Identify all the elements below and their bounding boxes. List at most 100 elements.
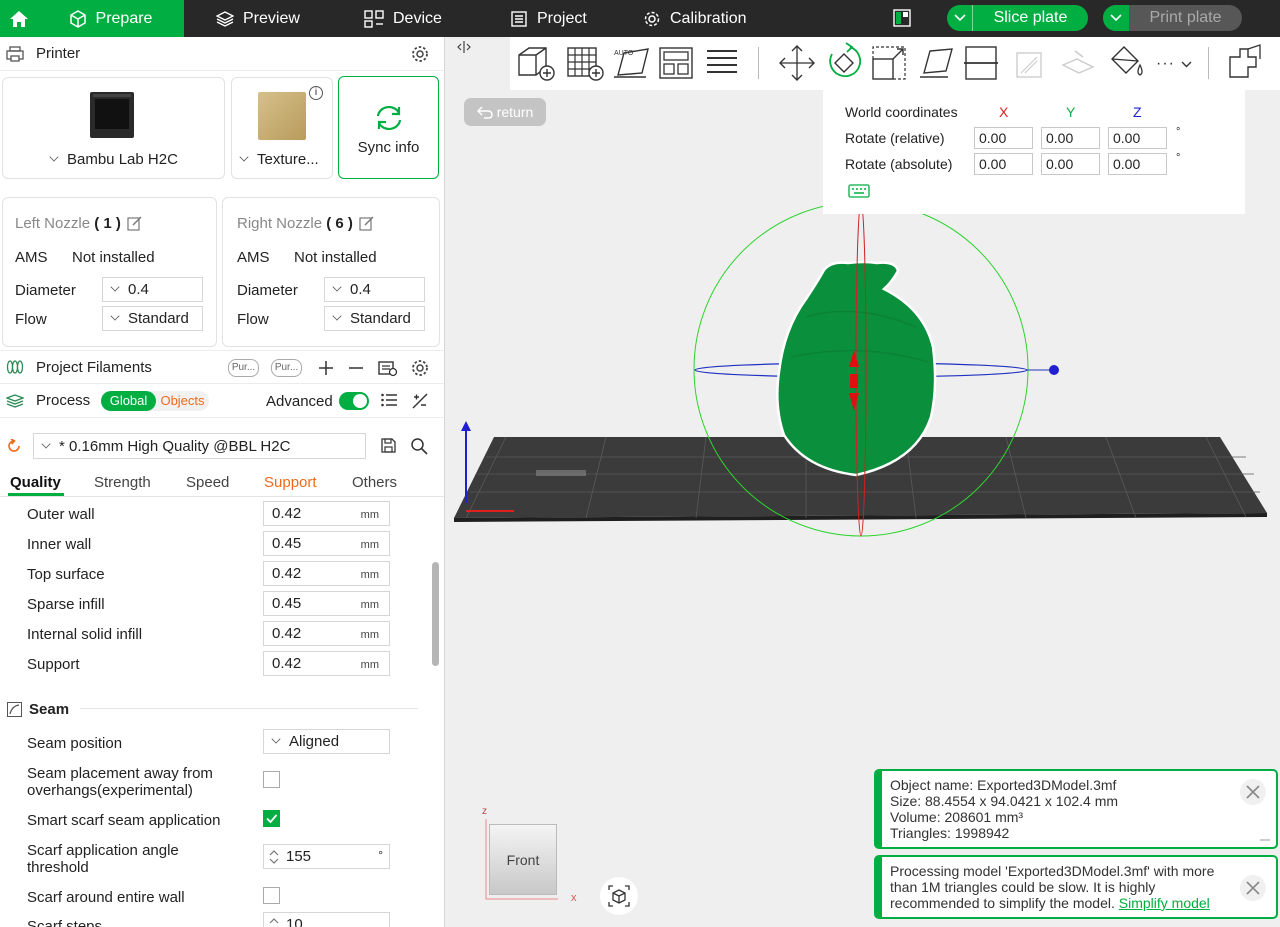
subtab-strength[interactable]: Strength	[94, 474, 151, 491]
stepper-icon[interactable]	[269, 917, 279, 927]
seam-away-checkbox[interactable]	[263, 771, 280, 788]
gear-icon[interactable]	[411, 359, 429, 377]
filament-settings-icon[interactable]	[378, 359, 398, 377]
minus-icon[interactable]	[349, 361, 363, 375]
inner-wall-input[interactable]: 0.45 mm	[263, 531, 390, 556]
advanced-toggle[interactable]	[339, 392, 369, 410]
stepper-icon[interactable]	[269, 849, 279, 865]
top-surface-input[interactable]: 0.42 mm	[263, 561, 390, 586]
tab-calibration[interactable]: Calibration	[643, 0, 746, 37]
print-dropdown[interactable]	[1103, 5, 1129, 31]
rotate-relative-x[interactable]: 0.00	[974, 127, 1033, 149]
scale-icon[interactable]	[871, 45, 909, 81]
sync-info-button[interactable]: Sync info	[338, 76, 439, 179]
outer-wall-input[interactable]: 0.42 mm	[263, 501, 390, 526]
arrange-icon[interactable]	[658, 45, 694, 81]
right-diameter-select[interactable]: 0.4	[324, 277, 425, 302]
cut-icon[interactable]	[964, 45, 998, 81]
simplify-model-link[interactable]: Simplify model	[1119, 895, 1210, 911]
left-flow-select[interactable]: Standard	[102, 306, 203, 331]
color-paint-icon[interactable]	[1106, 43, 1146, 83]
internal-solid-infill-input[interactable]: 0.42 mm	[263, 621, 390, 646]
plus-icon[interactable]	[319, 361, 333, 375]
notice-line: recommended to simplify the model.	[890, 895, 1115, 911]
list-icon[interactable]	[381, 393, 397, 407]
print-plate-button[interactable]: Print plate	[1103, 5, 1242, 31]
process-preset-select[interactable]: * 0.16mm High Quality @BBL H2C	[33, 433, 366, 459]
close-icon	[1246, 881, 1260, 895]
printer-title: Printer	[36, 45, 81, 62]
tab-prepare[interactable]: Prepare	[37, 0, 184, 37]
move-icon[interactable]	[778, 44, 816, 82]
save-icon[interactable]	[381, 438, 396, 453]
plate-card[interactable]: i Texture...	[231, 77, 333, 179]
left-flow-label: Flow	[15, 311, 47, 328]
scarf-angle-input[interactable]: 155 °	[263, 844, 390, 869]
view-axis-z: z	[482, 806, 487, 817]
rotate-absolute-y[interactable]: 0.00	[1041, 153, 1100, 175]
view-cube-icon	[608, 885, 630, 907]
slice-plate-button[interactable]: Slice plate	[947, 5, 1088, 31]
slice-dropdown[interactable]	[947, 5, 973, 31]
home-button[interactable]	[0, 0, 37, 37]
rotate-absolute-z[interactable]: 0.00	[1108, 153, 1167, 175]
rotate-relative-y[interactable]: 0.00	[1041, 127, 1100, 149]
support-width-input[interactable]: 0.42 mm	[263, 651, 390, 676]
lay-on-face-icon[interactable]	[918, 45, 956, 81]
printer-selector[interactable]: Bambu Lab H2C	[49, 151, 178, 168]
subtab-speed[interactable]: Speed	[186, 474, 229, 491]
minimize-icon[interactable]	[1260, 839, 1270, 841]
sparse-infill-input[interactable]: 0.45 mm	[263, 591, 390, 616]
filament-chip-1[interactable]: Pur...	[228, 359, 259, 377]
add-plate-icon[interactable]	[565, 45, 605, 81]
more-tools-button[interactable]: ···	[1156, 55, 1192, 73]
left-diameter-select[interactable]: 0.4	[102, 277, 203, 302]
global-objects-toggle[interactable]: Global Objects	[101, 391, 209, 411]
rotate-relative-z[interactable]: 0.00	[1108, 127, 1167, 149]
scarf-steps-input[interactable]: 10	[263, 912, 390, 927]
gear-icon[interactable]	[411, 45, 429, 63]
plate-selector[interactable]: Texture...	[239, 151, 319, 168]
seam-title: Seam	[29, 701, 70, 718]
tab-device[interactable]: Device	[364, 0, 442, 37]
settings-scrollbar[interactable]	[432, 562, 439, 666]
right-flow-select[interactable]: Standard	[324, 306, 425, 331]
reset-view-button[interactable]	[600, 877, 638, 915]
global-option[interactable]: Global	[101, 391, 156, 411]
compare-icon[interactable]	[411, 392, 429, 410]
seam-position-select[interactable]: Aligned	[263, 729, 390, 754]
chevron-down-icon	[49, 152, 59, 162]
tab-project[interactable]: Project	[510, 0, 587, 37]
search-icon[interactable]	[410, 437, 428, 455]
subtab-quality[interactable]: Quality	[10, 474, 61, 491]
close-notice-button[interactable]	[1240, 875, 1266, 901]
edit-icon[interactable]	[359, 215, 375, 231]
world-coordinates-label: World coordinates	[845, 104, 958, 120]
add-object-icon[interactable]	[516, 45, 556, 81]
printer-card[interactable]: Bambu Lab H2C	[2, 77, 225, 179]
reset-icon[interactable]	[7, 439, 21, 453]
layout-icon[interactable]	[893, 9, 911, 27]
subtab-others[interactable]: Others	[352, 474, 397, 491]
filament-chip-2[interactable]: Pur...	[271, 359, 302, 377]
tab-preview[interactable]: Preview	[216, 0, 300, 37]
view-cube[interactable]: Front	[489, 824, 557, 895]
smart-scarf-checkbox[interactable]	[263, 810, 280, 827]
close-notice-button[interactable]	[1240, 779, 1266, 805]
scarf-entire-checkbox[interactable]	[263, 887, 280, 904]
rotate-absolute-x[interactable]: 0.00	[974, 153, 1033, 175]
keyboard-icon[interactable]	[848, 184, 870, 198]
viewport-3d[interactable]: AUTO ··· World coordinates X Y Z Rotate …	[446, 37, 1280, 927]
subtab-support[interactable]: Support	[264, 474, 317, 491]
auto-orient-icon[interactable]: AUTO	[612, 45, 652, 81]
process-title: Process	[36, 392, 91, 409]
edit-icon[interactable]	[127, 215, 143, 231]
assembly-icon[interactable]	[1226, 43, 1264, 83]
split-icon[interactable]	[705, 47, 739, 79]
rotate-icon[interactable]	[824, 42, 864, 82]
return-button[interactable]: return	[464, 98, 546, 126]
axis-x-label: X	[999, 104, 1009, 120]
info-icon[interactable]: i	[309, 86, 323, 100]
objects-option[interactable]: Objects	[156, 391, 209, 411]
notice-line: Size: 88.4554 x 94.0421 x 102.4 mm	[890, 793, 1119, 809]
